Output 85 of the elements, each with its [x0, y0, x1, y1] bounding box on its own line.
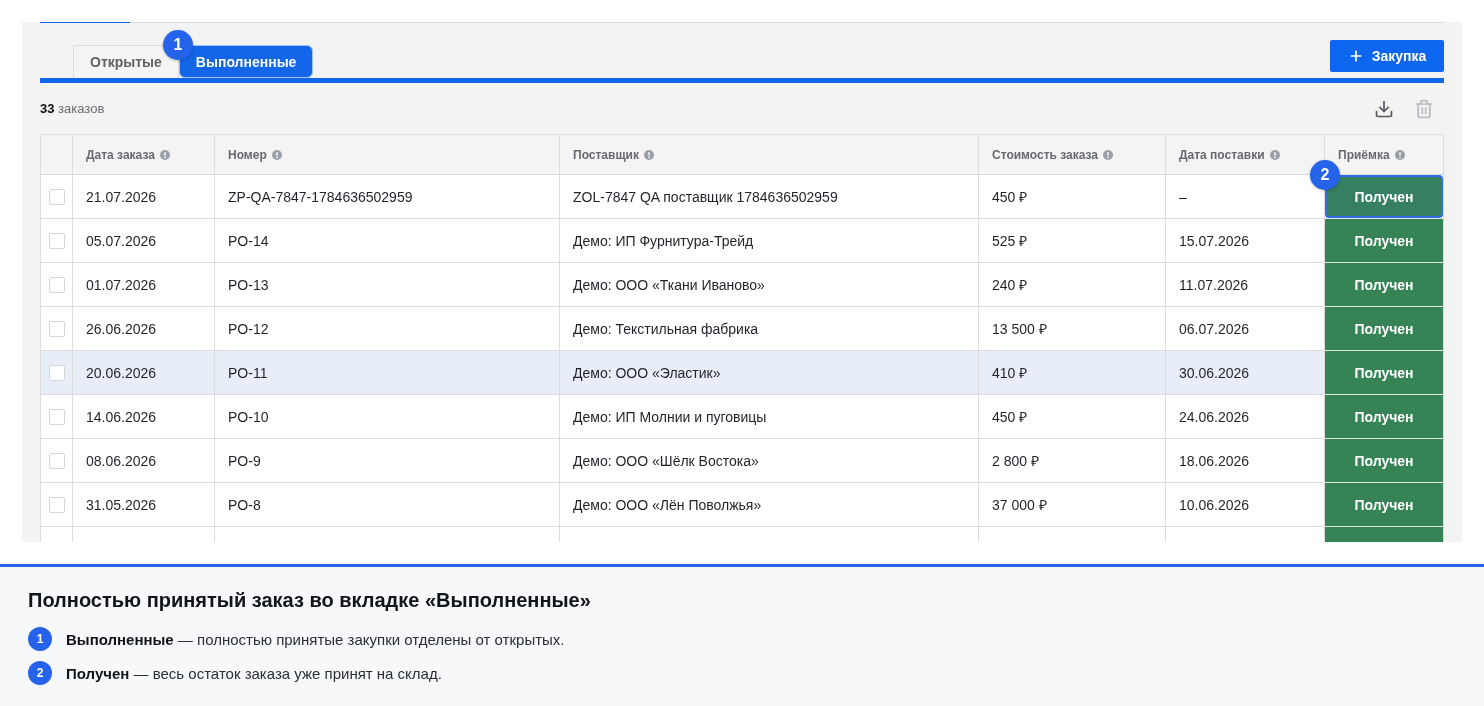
- status-button[interactable]: Получен: [1325, 439, 1443, 482]
- status-button[interactable]: Получен: [1325, 483, 1443, 526]
- supplier-name: Демо: ООО «Шёлк Востока»: [573, 452, 759, 469]
- column-header: Приёмка: [1338, 147, 1390, 162]
- order-cost: 2 800 ₽: [992, 452, 1039, 470]
- legend-title: Полностью принятый заказ во вкладке «Выполненные»: [28, 589, 592, 612]
- order-cost: 450 ₽: [992, 188, 1028, 206]
- callout-number: 1: [162, 30, 193, 60]
- add-purchase-button[interactable]: Закупка: [1330, 40, 1444, 72]
- delivery-date: 30.06.2026: [1179, 364, 1250, 381]
- order-number: PO-11: [228, 364, 268, 381]
- supplier-name: Демо: ООО «Лён Поволжья»: [573, 496, 762, 513]
- table-row[interactable]: 20.06.2026 PO-11 Демо: ООО «Эластик» 410 ₽ 30.06.2026 Получен: [41, 351, 1443, 395]
- order-date: 31.05.2026: [86, 496, 157, 513]
- delivery-date: 15.07.2026: [1179, 232, 1250, 249]
- order-date: 20.06.2026: [86, 364, 157, 381]
- order-number: PO-14: [228, 232, 269, 249]
- column-header: Дата заказа: [86, 147, 155, 162]
- status-button[interactable]: Получен: [1325, 351, 1443, 394]
- supplier-name: Демо: ООО «Эластик»: [573, 364, 721, 381]
- order-cost: 525 ₽: [992, 232, 1028, 250]
- order-number: ZP-QA-7847-1784636502959: [228, 188, 413, 205]
- delivery-date: 06.07.2026: [1179, 320, 1250, 337]
- delivery-date: –: [1179, 188, 1187, 205]
- order-cost: 240 ₽: [992, 276, 1028, 294]
- order-date: 21.07.2026: [86, 188, 157, 205]
- legend-text: Получен — весь остаток заказа уже принят на склад.: [66, 664, 442, 682]
- order-number: PO-10: [228, 408, 269, 425]
- order-cost: 13 500 ₽: [992, 320, 1047, 338]
- supplier-name: ZOL-7847 QA поставщик 1784636502959: [573, 188, 838, 205]
- supplier-name: Демо: ООО «Ткани Иваново»: [573, 276, 765, 293]
- delivery-date: 18.06.2026: [1179, 452, 1250, 469]
- legend-text: Выполненные — полностью принятые закупки отделены от открытых.: [66, 630, 565, 648]
- status-button[interactable]: Получен: [1325, 263, 1443, 306]
- info-icon: [1269, 149, 1280, 160]
- order-date: 26.06.2026: [86, 320, 157, 337]
- step-number: 1: [28, 627, 52, 651]
- order-cost: 410 ₽: [992, 364, 1028, 382]
- order-date: 08.06.2026: [86, 452, 157, 469]
- order-date: 14.06.2026: [86, 408, 157, 425]
- status-button[interactable]: Получен: [1325, 219, 1443, 262]
- table-row[interactable]: 01.07.2026 PO-13 Демо: ООО «Ткани Иваново» 240 ₽ 11.07.2026 Получен: [41, 263, 1443, 307]
- order-number: PO-12: [228, 320, 269, 337]
- order-number: PO-13: [228, 276, 269, 293]
- info-icon: [159, 149, 170, 160]
- status-button[interactable]: Получен: [1325, 307, 1443, 350]
- order-number: PO-8: [228, 496, 261, 513]
- download-icon: [1374, 98, 1394, 119]
- order-cost: 37 000 ₽: [992, 496, 1047, 514]
- row-checkbox[interactable]: [48, 364, 65, 381]
- info-icon: [643, 149, 654, 160]
- delivery-date: 11.07.2026: [1179, 276, 1249, 293]
- row-checkbox[interactable]: [48, 276, 65, 293]
- step-number: 2: [28, 661, 52, 685]
- order-date: 05.07.2026: [86, 232, 157, 249]
- supplier-name: Демо: ИП Молнии и пуговицы: [573, 408, 767, 425]
- order-number: PO-9: [228, 452, 261, 469]
- table-row[interactable]: 26.06.2026 PO-12 Демо: Текстильная фабрика 13 500 ₽ 06.07.2026 Получен: [41, 307, 1443, 351]
- row-checkbox[interactable]: [48, 452, 65, 469]
- trash-icon: [1414, 98, 1434, 119]
- column-header: Поставщик: [573, 147, 639, 162]
- row-checkbox[interactable]: [48, 232, 65, 249]
- delivery-date: 10.06.2026: [1179, 496, 1250, 513]
- info-icon: [1103, 149, 1114, 160]
- info-icon: [271, 149, 282, 160]
- order-count: 33 заказов: [40, 101, 105, 116]
- row-checkbox[interactable]: [48, 408, 65, 425]
- table-row[interactable]: 08.06.2026 PO-9 Демо: ООО «Шёлк Востока» 2 800 ₽ 18.06.2026 Получен: [41, 439, 1443, 483]
- supplier-name: Демо: Текстильная фабрика: [573, 320, 759, 337]
- order-date: 01.07.2026: [86, 276, 157, 293]
- table-row[interactable]: 31.05.2026 PO-8 Демо: ООО «Лён Поволжья» 37 000 ₽ 10.06.2026 Получен: [41, 483, 1443, 527]
- download-button[interactable]: [1374, 98, 1394, 119]
- delivery-date: 24.06.2026: [1179, 408, 1250, 425]
- row-checkbox[interactable]: [48, 496, 65, 513]
- column-header: Дата поставки: [1179, 147, 1265, 162]
- row-checkbox[interactable]: [48, 188, 65, 205]
- table-row[interactable]: 14.06.2026 PO-10 Демо: ИП Молнии и пуговицы 450 ₽ 24.06.2026 Получен: [41, 395, 1443, 439]
- row-checkbox[interactable]: [48, 320, 65, 337]
- info-icon: [1394, 149, 1405, 160]
- column-header: Стоимость заказа: [992, 147, 1099, 162]
- status-button[interactable]: Получен: [1325, 395, 1443, 438]
- table-row[interactable]: 05.07.2026 PO-14 Демо: ИП Фурнитура-Трейд 525 ₽ 15.07.2026 Получен: [41, 219, 1443, 263]
- column-header: Номер: [228, 147, 267, 162]
- supplier-name: Демо: ИП Фурнитура-Трейд: [573, 232, 754, 249]
- order-cost: 450 ₽: [992, 408, 1028, 426]
